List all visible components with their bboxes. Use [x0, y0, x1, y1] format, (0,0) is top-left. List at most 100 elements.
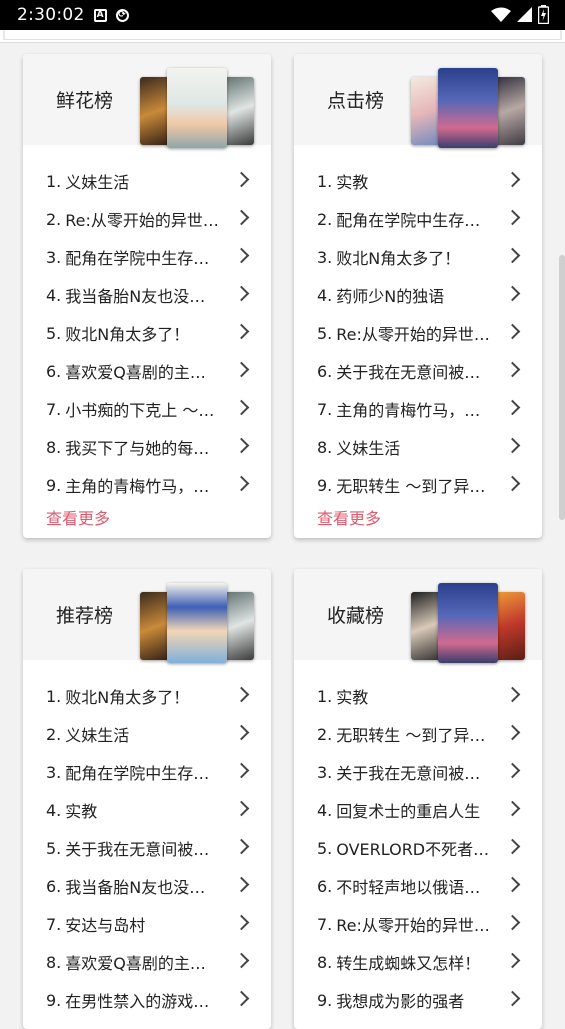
book-cover-image — [438, 583, 498, 663]
chevron-right-icon — [504, 247, 521, 264]
status-time: 2:30:02 — [17, 5, 85, 25]
list-item[interactable]: 4. 药师少N的独语 — [294, 276, 542, 314]
list-item[interactable]: 2. 无职转生 ～到了异… — [294, 715, 542, 753]
list-item[interactable]: 9. 我想成为影的强者 — [294, 981, 542, 1019]
book-title: 我当备胎N友也没… — [65, 878, 206, 897]
card-header[interactable]: 点击榜 — [294, 54, 542, 148]
ranking-list: 1. 实教 2. 无职转生 ～到了异… 3. 关于我在无意间被… 4. 回复术士的重启人… — [294, 660, 542, 1019]
book-title: 败北N角太多了！ — [336, 249, 461, 268]
book-title: 实教 — [336, 173, 369, 192]
list-item[interactable]: 1. 败北N角太多了！ — [23, 677, 271, 715]
notification-sync-icon: ⟳ — [115, 8, 129, 22]
book-title: 败北N角太多了！ — [65, 688, 190, 707]
book-title: 我想成为影的强者 — [336, 992, 465, 1011]
list-item[interactable]: 3. 关于我在无意间被… — [294, 753, 542, 791]
chevron-right-icon — [504, 171, 521, 188]
chevron-right-icon — [504, 914, 521, 931]
ranking-card-recommended: 推荐榜 1. 败北N角太多了！ 2. 义妹生活 3. 配角在学院中生存… 4. 实教 5… — [23, 569, 271, 1029]
book-title: 在男性禁入的游戏… — [65, 992, 210, 1011]
chevron-right-icon — [233, 952, 250, 969]
list-item[interactable]: 1. 实教 — [294, 677, 542, 715]
book-title: 喜欢爱Q喜剧的主… — [65, 954, 206, 973]
book-title: 义妹生活 — [65, 173, 130, 192]
chevron-right-icon — [233, 399, 250, 416]
list-item[interactable]: 1. 义妹生活 — [23, 162, 271, 200]
list-item[interactable]: 2. Re:从零开始的异世… — [23, 200, 271, 238]
list-item[interactable]: 5. 关于我在无意间被… — [23, 829, 271, 867]
list-item[interactable]: 9. 主角的青梅竹马，… — [23, 466, 271, 504]
list-item[interactable]: 8. 喜欢爱Q喜剧的主… — [23, 943, 271, 981]
ranking-list: 1. 实教 2. 配角在学院中生存… 3. 败北N角太多了！ 4. 药师少N的独语 5.… — [294, 145, 542, 538]
book-title: 药师少N的独语 — [336, 287, 445, 306]
cover-stack — [140, 583, 260, 663]
chevron-right-icon — [504, 838, 521, 855]
book-title: 安达与岛村 — [65, 916, 146, 935]
chevron-right-icon — [504, 475, 521, 492]
chevron-right-icon — [504, 800, 521, 817]
card-header[interactable]: 收藏榜 — [294, 569, 542, 663]
book-title: Re:从零开始的异世… — [65, 211, 219, 230]
card-title: 点击榜 — [327, 90, 385, 112]
ranking-card-favorites: 收藏榜 1. 实教 2. 无职转生 ～到了异… 3. 关于我在无意间被… 4. 回复术士… — [294, 569, 542, 1029]
list-item[interactable]: 5. Re:从零开始的异世… — [294, 314, 542, 352]
list-item[interactable]: 6. 不时轻声地以俄语… — [294, 867, 542, 905]
list-item[interactable]: 2. 义妹生活 — [23, 715, 271, 753]
list-item[interactable]: 3. 配角在学院中生存… — [23, 238, 271, 276]
book-title: 小书痴的下克上 ～… — [65, 401, 215, 420]
list-item[interactable]: 3. 配角在学院中生存… — [23, 753, 271, 791]
chevron-right-icon — [233, 247, 250, 264]
chevron-right-icon — [504, 323, 521, 340]
cover-stack — [140, 68, 260, 148]
book-title: 实教 — [65, 802, 98, 821]
cover-stack — [411, 68, 531, 148]
list-item[interactable]: 7. Re:从零开始的异世… — [294, 905, 542, 943]
book-title: 我当备胎N友也没… — [65, 287, 206, 306]
card-header[interactable]: 推荐榜 — [23, 569, 271, 663]
chevron-right-icon — [504, 361, 521, 378]
chevron-right-icon — [233, 838, 250, 855]
notification-a-icon: A — [93, 8, 107, 22]
chevron-right-icon — [504, 876, 521, 893]
chevron-right-icon — [233, 724, 250, 741]
book-title: 败北N角太多了！ — [65, 325, 190, 344]
scrollbar[interactable] — [559, 255, 565, 520]
book-title: 实教 — [336, 688, 369, 707]
status-bar: 2:30:02 A ⟳ — [0, 0, 565, 30]
chevron-right-icon — [233, 209, 250, 226]
list-item[interactable]: 9. 无职转生 ～到了异… — [294, 466, 542, 504]
book-title: OVERLORD不死者… — [336, 840, 490, 859]
chevron-right-icon — [233, 475, 250, 492]
list-item[interactable]: 8. 转生成蜘蛛又怎样！ — [294, 943, 542, 981]
chevron-right-icon — [504, 437, 521, 454]
chevron-right-icon — [233, 171, 250, 188]
list-item[interactable]: 8. 我买下了与她的每… — [23, 428, 271, 466]
list-item[interactable]: 7. 安达与岛村 — [23, 905, 271, 943]
card-title: 鲜花榜 — [56, 90, 114, 112]
battery-icon — [538, 5, 549, 24]
list-item[interactable]: 7. 小书痴的下克上 ～… — [23, 390, 271, 428]
cover-stack — [411, 583, 531, 663]
list-item[interactable]: 4. 回复术士的重启人生 — [294, 791, 542, 829]
book-title: 配角在学院中生存… — [336, 211, 481, 230]
list-item[interactable]: 5. OVERLORD不死者… — [294, 829, 542, 867]
list-item[interactable]: 9. 在男性禁入的游戏… — [23, 981, 271, 1019]
list-item[interactable]: 2. 配角在学院中生存… — [294, 200, 542, 238]
list-item[interactable]: 6. 关于我在无意间被… — [294, 352, 542, 390]
book-title: Re:从零开始的异世… — [336, 325, 490, 344]
list-item[interactable]: 5. 败北N角太多了！ — [23, 314, 271, 352]
list-item[interactable]: 8. 义妹生活 — [294, 428, 542, 466]
book-title: 主角的青梅竹马，… — [65, 477, 210, 496]
chevron-right-icon — [504, 762, 521, 779]
list-item[interactable]: 6. 喜欢爱Q喜剧的主… — [23, 352, 271, 390]
card-header[interactable]: 鲜花榜 — [23, 54, 271, 148]
list-item[interactable]: 3. 败北N角太多了！ — [294, 238, 542, 276]
list-item[interactable]: 1. 实教 — [294, 162, 542, 200]
list-item[interactable]: 6. 我当备胎N友也没… — [23, 867, 271, 905]
view-more-link[interactable]: 查看更多 — [294, 504, 542, 538]
ranking-card-clicks: 点击榜 1. 实教 2. 配角在学院中生存… 3. 败北N角太多了！ 4. 药师少N的独… — [294, 54, 542, 538]
list-item[interactable]: 4. 实教 — [23, 791, 271, 829]
list-item[interactable]: 4. 我当备胎N友也没… — [23, 276, 271, 314]
list-item[interactable]: 7. 主角的青梅竹马，… — [294, 390, 542, 428]
book-title: 配角在学院中生存… — [65, 249, 210, 268]
view-more-link[interactable]: 查看更多 — [23, 504, 271, 538]
